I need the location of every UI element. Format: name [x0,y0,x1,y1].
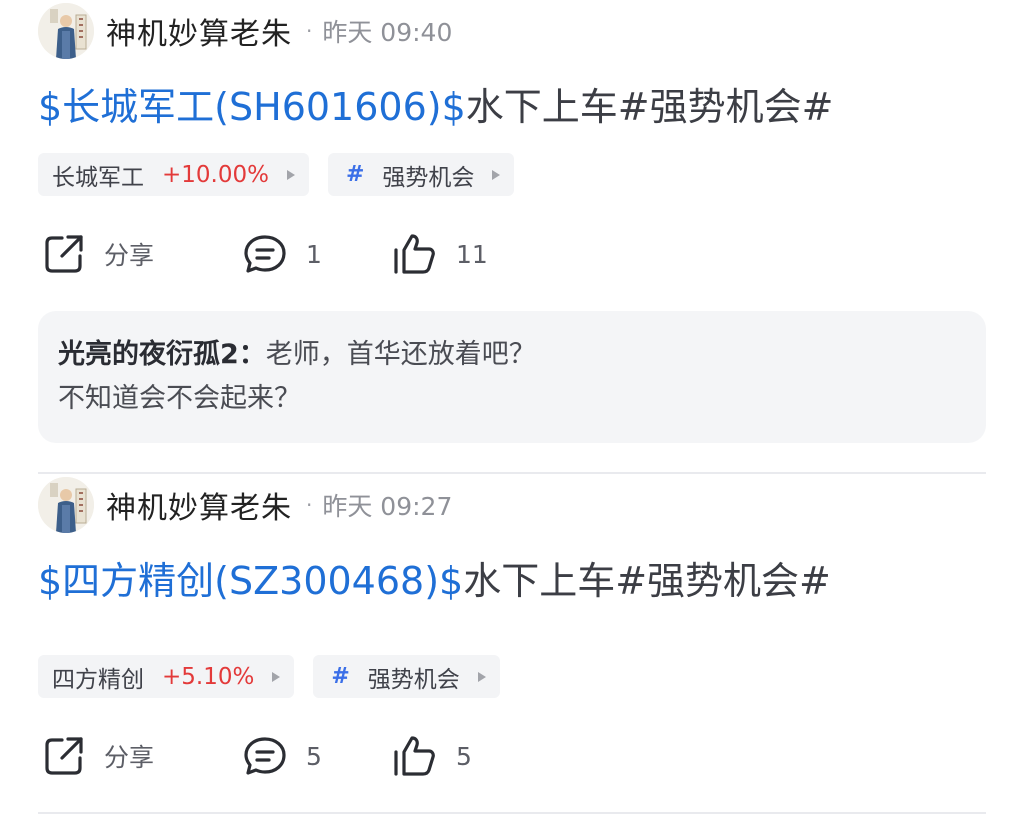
post-text: 水下上车#强势机会# [463,559,831,603]
action-bar: 分享 5 5 [42,732,472,780]
hash-icon: # [331,664,350,689]
top-comment[interactable]: 光亮的夜衍孤2：老师，首华还放着吧？ 不知道会不会起来？ [38,311,986,443]
like-button[interactable]: 11 [392,232,488,276]
author-name[interactable]: 神机妙算老朱 [106,9,292,53]
stock-tag-name: 四方精创 [52,666,144,693]
arrow-right-icon [286,169,295,180]
avatar[interactable] [38,3,94,59]
topic-tag-name: 强势机会 [367,666,460,693]
comment-line: 光亮的夜衍孤2：老师，首华还放着吧？ [58,333,966,377]
share-icon [45,737,83,775]
separator-dot: · [306,493,313,517]
comment-count: 5 [306,741,322,771]
share-button[interactable]: 分享 [42,232,242,276]
author-name[interactable]: 神机妙算老朱 [106,483,292,527]
stock-link[interactable]: $长城军工(SH601606)$ [38,85,466,129]
post-header: 神机妙算老朱 · 昨天 09:40 [38,2,452,60]
share-button[interactable]: 分享 [42,734,242,778]
comment-count: 1 [306,239,322,269]
action-bar: 分享 1 11 [42,230,488,278]
stock-tag[interactable]: 长城军工 +10.00% [38,153,309,196]
post-text: 水下上车#强势机会# [465,85,834,129]
like-button[interactable]: 5 [392,734,472,778]
stock-tag-name: 长城军工 [52,164,144,191]
like-count: 5 [456,741,472,771]
arrow-right-icon [272,671,281,682]
share-label: 分享 [104,743,155,772]
topic-tag[interactable]: # 强势机会 [313,655,500,698]
arrow-right-icon [492,169,501,180]
feed-post: 神机妙算老朱 · 昨天 09:40 $长城军工(SH601606)$水下上车#强… [0,0,1024,474]
share-icon [45,235,83,273]
thumbs-up-icon [394,234,435,274]
comment-button[interactable]: 5 [242,734,392,778]
post-title[interactable]: $长城军工(SH601606)$水下上车#强势机会# [38,80,833,134]
comment-text-2: 不知道会不会起来？ [58,383,301,414]
topic-tag[interactable]: # 强势机会 [327,153,515,196]
stock-tag[interactable]: 四方精创 +5.10% [38,655,295,698]
stock-link[interactable]: $四方精创(SZ300468)$ [38,559,463,603]
comment-button[interactable]: 1 [242,232,392,276]
separator-dot: · [306,19,313,43]
post-time: 昨天 09:40 [322,18,453,47]
share-label: 分享 [104,241,155,270]
feed-post: 神机妙算老朱 · 昨天 09:27 $四方精创(SZ300468)$水下上车#强… [0,474,1024,814]
post-title[interactable]: $四方精创(SZ300468)$水下上车#强势机会# [38,554,831,608]
topic-tag-name: 强势机会 [382,164,475,191]
arrow-right-icon [477,671,486,682]
comment-icon [244,235,286,273]
comment-user[interactable]: 光亮的夜衍孤2： [58,339,266,370]
like-count: 11 [456,239,488,269]
stock-tag-change: +5.10% [162,663,255,690]
avatar[interactable] [38,477,94,533]
thumbs-up-icon [394,736,435,776]
hash-icon: # [345,162,365,187]
tag-row: 长城军工 +10.00% # 强势机会 [38,153,515,196]
comment-icon [244,737,286,775]
comment-text: 老师，首华还放着吧？ [265,339,536,370]
post-header: 神机妙算老朱 · 昨天 09:27 [38,476,452,534]
post-time: 昨天 09:27 [322,492,453,521]
stock-tag-change: +10.00% [162,161,269,188]
tag-row: 四方精创 +5.10% # 强势机会 [38,655,500,698]
